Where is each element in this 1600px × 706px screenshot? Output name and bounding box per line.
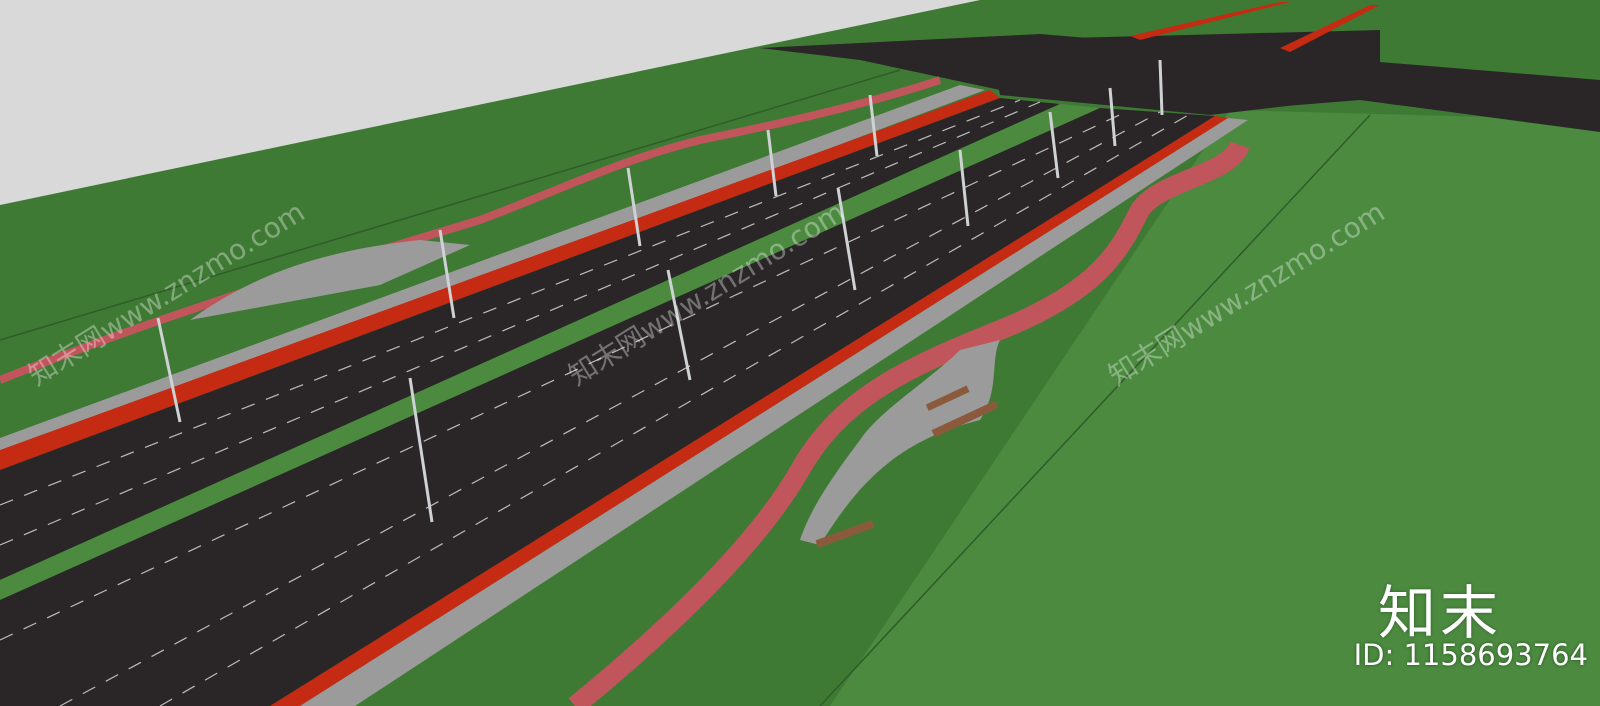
road-3d-render	[0, 0, 1600, 706]
image-id-label: ID: 1158693764	[1353, 638, 1588, 672]
